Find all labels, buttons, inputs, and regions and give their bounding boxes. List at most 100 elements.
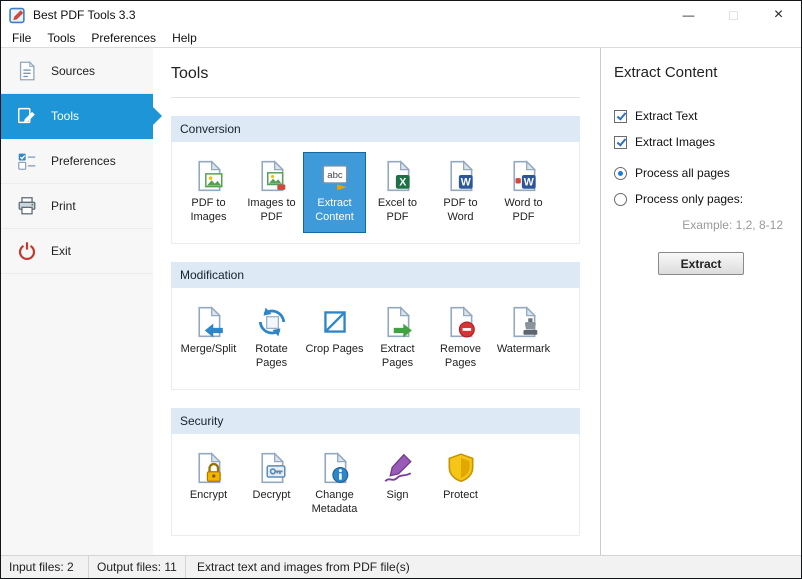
status-message: Extract text and images from PDF file(s) <box>197 560 410 574</box>
sidebar-item-label: Preferences <box>51 154 116 168</box>
sidebar: Sources Tools Preferences Print Exit <box>1 48 153 555</box>
tool-protect[interactable]: Protect <box>429 444 492 511</box>
merge-split-icon <box>197 306 223 338</box>
option-label: Process only pages: <box>635 192 744 206</box>
preferences-icon <box>18 153 36 170</box>
power-icon <box>18 242 36 260</box>
tool-label: Protect <box>443 489 478 501</box>
tool-crop-pages[interactable]: Crop Pages <box>303 298 366 365</box>
process-all-pages-radio[interactable] <box>614 166 627 180</box>
pdf-to-word-icon: W <box>449 160 473 192</box>
extract-images-checkbox-row[interactable]: Extract Images <box>614 135 788 149</box>
section-modification: Modification Merge/Split Rotate Pages Cr… <box>171 262 580 390</box>
tool-remove-pages[interactable]: Remove Pages <box>429 298 492 379</box>
menu-preferences[interactable]: Preferences <box>83 29 164 47</box>
rotate-pages-icon <box>258 307 285 337</box>
pages-example-hint: Example: 1,2, 8-12 <box>682 218 783 232</box>
tool-label: Extract Pages <box>380 343 415 369</box>
sidebar-item-label: Sources <box>51 64 96 78</box>
crop-pages-icon <box>323 311 346 333</box>
tool-label: PDF to Word <box>443 197 478 223</box>
option-label: Extract Text <box>635 109 698 123</box>
tool-label: Change Metadata <box>311 489 358 515</box>
excel-to-pdf-icon: X <box>386 160 410 192</box>
process-only-pages-radio[interactable] <box>614 192 627 206</box>
pdf-to-images-icon <box>197 160 222 192</box>
tool-pdf-to-images[interactable]: PDF to Images <box>177 152 240 233</box>
svg-text:abc: abc <box>327 170 343 181</box>
menu-tools[interactable]: Tools <box>39 29 83 47</box>
sidebar-item-label: Exit <box>51 244 72 258</box>
svg-text:X: X <box>399 177 406 189</box>
extract-content-icon: abc <box>322 165 347 191</box>
sidebar-item-label: Print <box>51 199 76 213</box>
titlebar: Best PDF Tools 3.3 — □ × <box>1 1 801 29</box>
tool-images-to-pdf[interactable]: Images to PDF <box>240 152 303 233</box>
tool-sign[interactable]: Sign <box>366 444 429 511</box>
extract-text-checkbox-row[interactable]: Extract Text <box>614 109 788 123</box>
extract-pages-icon <box>386 306 412 338</box>
section-security: Security Encrypt Decrypt Change Metadata… <box>171 408 580 536</box>
app-window: Best PDF Tools 3.3 — □ × File Tools Pref… <box>0 0 802 579</box>
section-header-security: Security <box>171 408 580 434</box>
extract-button[interactable]: Extract <box>658 252 744 275</box>
options-panel: Extract Content Extract Text Extract Ima… <box>600 48 801 555</box>
page-title: Tools <box>171 65 580 98</box>
tool-merge-split[interactable]: Merge/Split <box>177 298 240 365</box>
tool-excel-to-pdf[interactable]: X Excel to PDF <box>366 152 429 233</box>
status-output-files: Output files: 11 <box>89 556 186 578</box>
section-header-modification: Modification <box>171 262 580 288</box>
sidebar-item-preferences[interactable]: Preferences <box>1 139 153 184</box>
option-label: Process all pages <box>635 166 730 180</box>
window-title: Best PDF Tools 3.3 <box>33 8 136 22</box>
process-all-pages-radio-row[interactable]: Process all pages <box>614 166 788 180</box>
tool-label: Sign <box>386 489 409 501</box>
tool-label: Crop Pages <box>305 343 364 355</box>
menubar: File Tools Preferences Help <box>1 29 801 48</box>
tool-label: Word to PDF <box>504 197 543 223</box>
tool-label: Encrypt <box>189 489 228 501</box>
sidebar-item-exit[interactable]: Exit <box>1 229 153 274</box>
minimize-button[interactable]: — <box>666 1 711 29</box>
tool-word-to-pdf[interactable]: W Word to PDF <box>492 152 555 233</box>
sources-icon <box>19 61 35 81</box>
tools-icon <box>18 107 35 124</box>
menu-file[interactable]: File <box>4 29 39 47</box>
images-to-pdf-icon <box>260 160 285 192</box>
sidebar-item-sources[interactable]: Sources <box>1 49 153 94</box>
sidebar-item-label: Tools <box>51 109 80 123</box>
option-label: Extract Images <box>635 135 716 149</box>
change-metadata-icon <box>323 452 348 484</box>
tool-watermark[interactable]: Watermark <box>492 298 555 365</box>
sidebar-item-tools[interactable]: Tools <box>1 94 153 139</box>
section-conversion: Conversion PDF to Images Images to PDF a… <box>171 116 580 244</box>
sign-icon <box>384 453 412 482</box>
statusbar: Input files: 2 Output files: 11 Extract … <box>1 555 801 578</box>
tool-decrypt[interactable]: Decrypt <box>240 444 303 511</box>
tool-rotate-pages[interactable]: Rotate Pages <box>240 298 303 379</box>
tool-label: Decrypt <box>252 489 291 501</box>
sidebar-item-print[interactable]: Print <box>1 184 153 229</box>
tool-encrypt[interactable]: Encrypt <box>177 444 240 511</box>
remove-pages-icon <box>449 306 475 338</box>
tools-row-security: Encrypt Decrypt Change Metadata Sign Pro… <box>171 434 580 536</box>
tool-label: Merge/Split <box>180 343 237 355</box>
process-only-pages-radio-row[interactable]: Process only pages: <box>614 192 788 206</box>
svg-text:W: W <box>523 177 533 189</box>
tool-extract-content[interactable]: abc Extract Content <box>303 152 366 233</box>
tools-row-conversion: PDF to Images Images to PDF abc Extract … <box>171 142 580 244</box>
tool-label: Remove Pages <box>440 343 481 369</box>
menu-help[interactable]: Help <box>164 29 205 47</box>
extract-images-checkbox[interactable] <box>614 135 627 149</box>
status-input-files: Input files: 2 <box>1 556 89 578</box>
tool-extract-pages[interactable]: Extract Pages <box>366 298 429 379</box>
tool-change-metadata[interactable]: Change Metadata <box>303 444 366 525</box>
maximize-button[interactable]: □ <box>711 1 756 29</box>
tool-pdf-to-word[interactable]: W PDF to Word <box>429 152 492 233</box>
tool-label: Rotate Pages <box>255 343 288 369</box>
close-button[interactable]: × <box>756 1 801 29</box>
window-controls: — □ × <box>666 1 801 29</box>
encrypt-icon <box>197 452 221 484</box>
extract-text-checkbox[interactable] <box>614 109 627 123</box>
tools-row-modification: Merge/Split Rotate Pages Crop Pages Extr… <box>171 288 580 390</box>
